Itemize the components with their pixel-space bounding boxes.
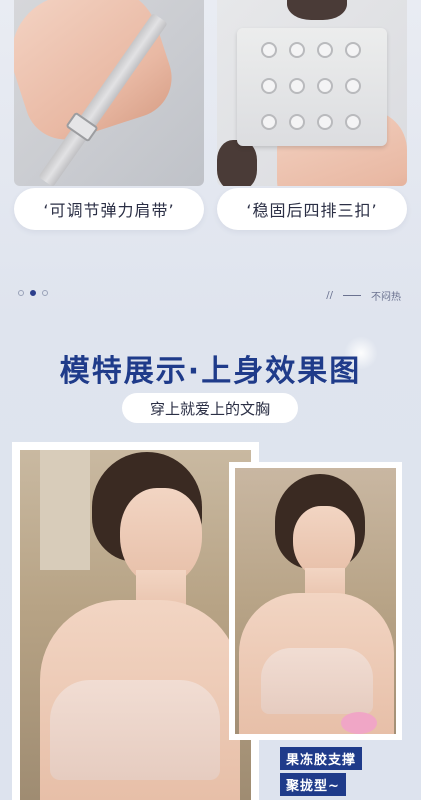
fabric-image-2 (217, 140, 257, 186)
slash-decoration: // (326, 290, 333, 301)
bra-image (261, 648, 373, 714)
caption-push-up: 聚拢型~ (280, 773, 346, 796)
model-photo-1 (20, 450, 251, 800)
carousel-dot-active (30, 290, 36, 296)
tagline: // 不闷热 (326, 288, 401, 303)
bra-image (50, 680, 220, 780)
dash-decoration (343, 295, 361, 296)
hook-photo (217, 0, 407, 186)
feature-label-strap: ‘可调节弹力肩带’ (14, 188, 204, 230)
strap-photo (14, 0, 204, 186)
carousel-dots (18, 290, 48, 296)
model-photo-2 (235, 468, 396, 734)
carousel-dot (18, 290, 24, 296)
hook-plate-image (237, 28, 387, 146)
fabric-image (287, 0, 347, 20)
section-subtitle: 穿上就爱上的文胸 (122, 393, 298, 423)
caption-jelly-support: 果冻胶支撑 (280, 747, 363, 770)
feature-label-hooks: ‘稳固后四排三扣’ (217, 188, 407, 230)
carousel-dot (42, 290, 48, 296)
section-title: 模特展示·上身效果图 (59, 354, 362, 389)
flower-image (341, 712, 377, 734)
tagline-text: 不闷热 (371, 292, 401, 303)
